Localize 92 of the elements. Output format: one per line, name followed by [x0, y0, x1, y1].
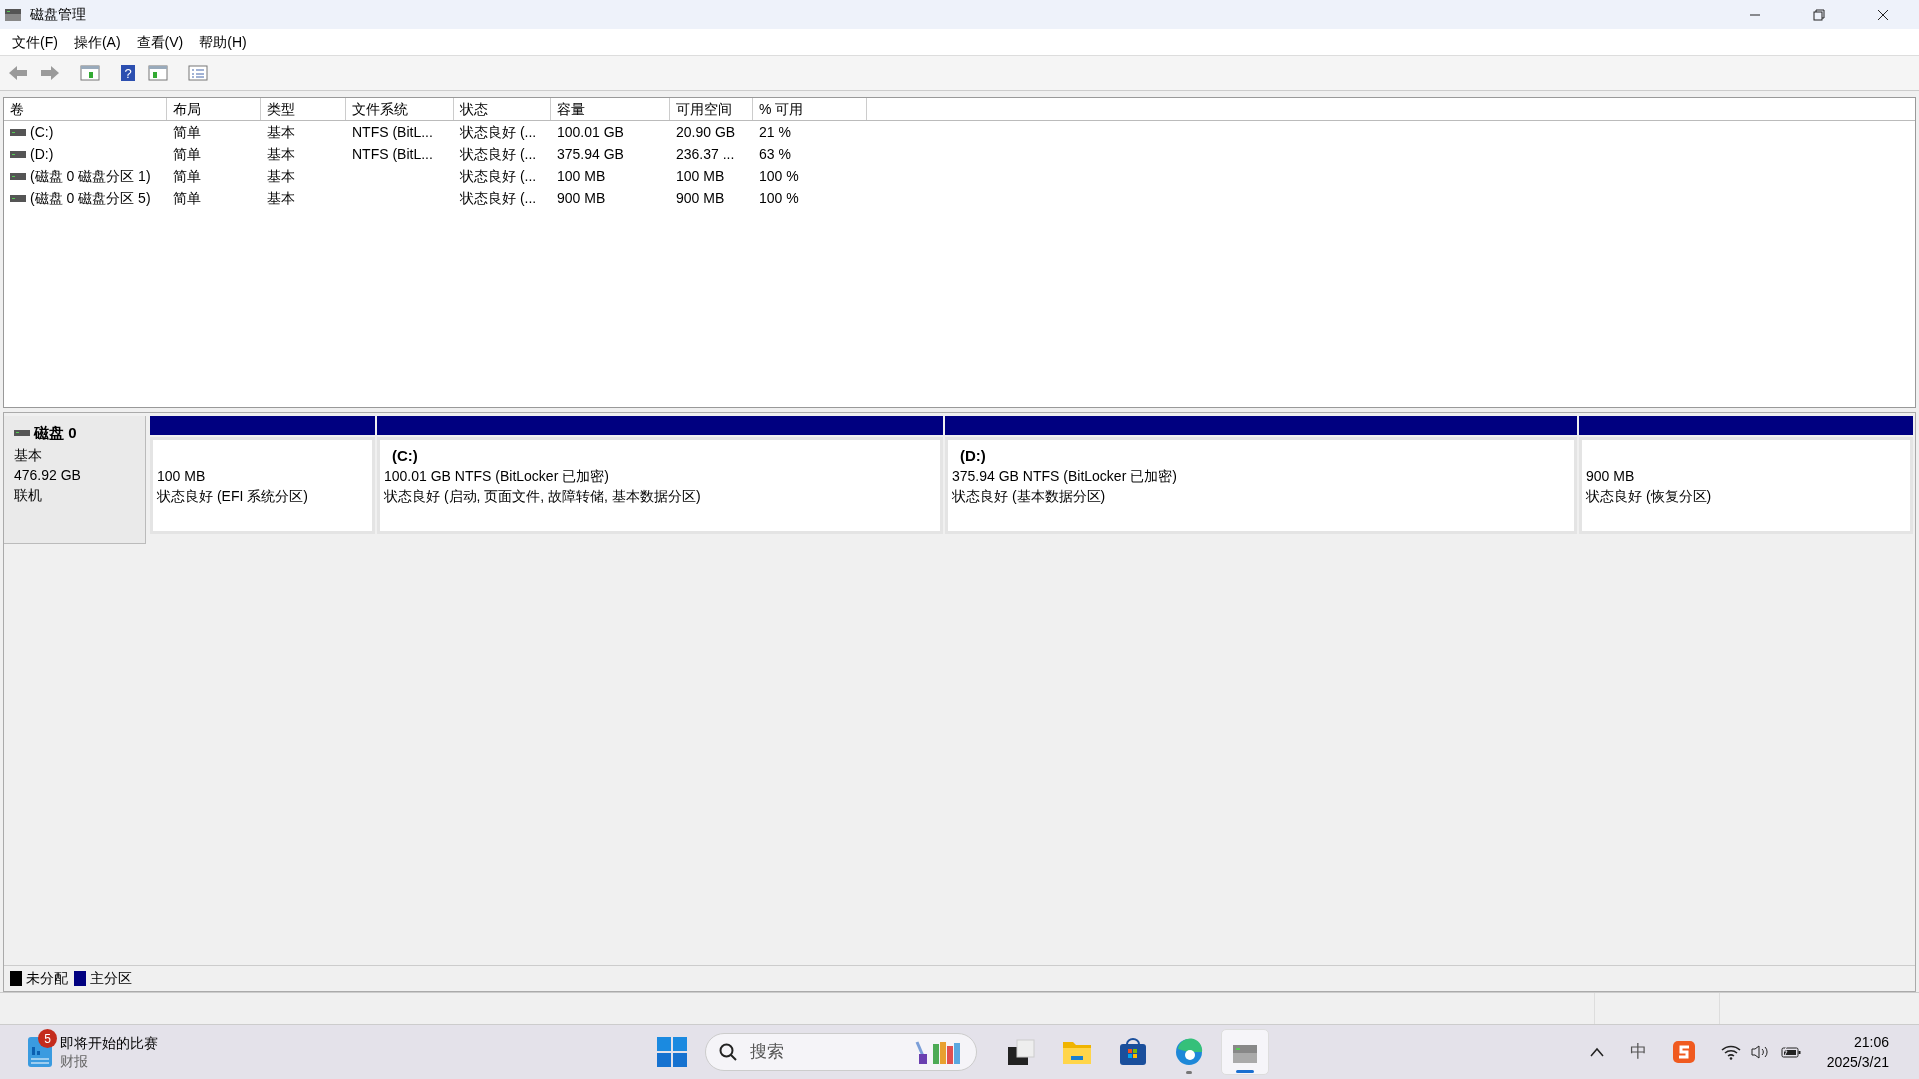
- table-cell-text: 基本: [267, 144, 295, 164]
- close-icon[interactable]: [1877, 8, 1889, 21]
- forward-arrow-icon[interactable]: [40, 65, 60, 81]
- table-cell-text: 状态良好 (...: [460, 188, 537, 208]
- column-header[interactable]: 类型: [261, 98, 346, 120]
- volume-icon[interactable]: [1750, 1044, 1771, 1060]
- column-header[interactable]: % 可用: [753, 98, 867, 120]
- table-cell-text: 状态良好 (...: [460, 144, 537, 164]
- partition-status: 状态良好 (恢复分区): [1586, 487, 1713, 506]
- table-cell-text: 简单: [173, 122, 201, 142]
- partition-status: 状态良好 (启动, 页面文件, 故障转储, 基本数据分区): [384, 487, 702, 506]
- search-field[interactable]: 搜索: [705, 1033, 977, 1071]
- table-cell-text: 简单: [173, 188, 201, 208]
- table-cell-text: NTFS (BitL...: [352, 122, 433, 142]
- table-cell-text: 100 %: [759, 188, 799, 208]
- drive-icon: [10, 128, 26, 136]
- wifi-icon[interactable]: [1720, 1044, 1741, 1060]
- input-method-indicator[interactable]: 中: [1629, 1039, 1647, 1065]
- disk-state: 联机: [14, 485, 43, 505]
- disk-size: 476.92 GB: [14, 465, 82, 485]
- partition-size: 375.94 GB NTFS (BitLocker 已加密): [952, 467, 1178, 486]
- back-arrow-icon[interactable]: [8, 65, 28, 81]
- partition-block[interactable]: 100 MB 状态良好 (EFI 系统分区): [150, 437, 375, 534]
- partition-block[interactable]: (C:) 100.01 GB NTFS (BitLocker 已加密) 状态良好 (启动, 页面文件, 故障转储, 基本数据分区): [377, 437, 943, 534]
- disk-name: 磁盘 0: [34, 423, 77, 443]
- disk-type: 基本: [14, 445, 43, 465]
- table-cell-text: 900 MB: [557, 188, 606, 208]
- drive-icon: [10, 172, 26, 180]
- table-cell-text: 100 MB: [676, 166, 725, 186]
- table-cell-text: 100.01 GB: [557, 122, 624, 142]
- table-cell-text: 21 %: [759, 122, 791, 142]
- table-cell-text: 100 MB: [557, 166, 606, 186]
- table-cell-text: 基本: [267, 122, 295, 142]
- partition-size: 100 MB: [157, 467, 207, 486]
- help-icon[interactable]: ?: [120, 64, 136, 82]
- table-cell-text: 900 MB: [676, 188, 725, 208]
- drive-icon: [10, 194, 26, 202]
- legend-label: 主分区: [90, 969, 132, 988]
- table-cell-text: 状态良好 (...: [460, 166, 537, 186]
- store-icon: [1118, 1037, 1148, 1067]
- column-header[interactable]: 卷: [4, 98, 167, 120]
- table-cell-text: 236.37 ...: [676, 144, 735, 164]
- table-cell-text: 基本: [267, 188, 295, 208]
- column-header[interactable]: 布局: [167, 98, 261, 120]
- column-header[interactable]: 可用空间: [670, 98, 753, 120]
- partition-block[interactable]: 900 MB 状态良好 (恢复分区): [1579, 437, 1913, 534]
- partition-size: 900 MB: [1586, 467, 1636, 486]
- menu-item[interactable]: 操作(A): [65, 31, 129, 53]
- partition-status: 状态良好 (基本数据分区): [952, 487, 1107, 506]
- table-cell-text: NTFS (BitL...: [352, 144, 433, 164]
- table-cell-text: (磁盘 0 磁盘分区 1): [30, 166, 151, 186]
- panel-icon[interactable]: [148, 65, 168, 81]
- start-icon[interactable]: [657, 1037, 687, 1067]
- notification-badge: 5: [38, 1029, 57, 1048]
- column-header[interactable]: 文件系统: [346, 98, 454, 120]
- chevron-up-icon[interactable]: [1589, 1047, 1604, 1057]
- table-cell-text: (C:): [30, 122, 54, 142]
- table-cell-text: 100 %: [759, 166, 799, 186]
- partition-status: 状态良好 (EFI 系统分区): [157, 487, 309, 506]
- partition-size: 100.01 GB NTFS (BitLocker 已加密): [384, 467, 610, 486]
- task-view-icon: [1006, 1037, 1036, 1067]
- sogou-icon[interactable]: [1672, 1041, 1695, 1063]
- search-icon: [719, 1043, 737, 1061]
- table-cell-text: 基本: [267, 166, 295, 186]
- table-cell-text: 简单: [173, 166, 201, 186]
- legend-label: 未分配: [26, 969, 68, 988]
- column-header[interactable]: 状态: [454, 98, 551, 120]
- browser-icon: [1174, 1037, 1204, 1067]
- table-cell-text: 63 %: [759, 144, 791, 164]
- window-title: 磁盘管理: [30, 5, 86, 24]
- partition-block[interactable]: (D:) 375.94 GB NTFS (BitLocker 已加密) 状态良好 (基本数据分区): [945, 437, 1577, 534]
- partition-label: (C:): [391, 446, 419, 466]
- menu-item[interactable]: 文件(F): [4, 31, 66, 53]
- menu-item[interactable]: 查看(V): [128, 31, 192, 53]
- restore-icon[interactable]: [1813, 8, 1825, 21]
- widget-subtitle: 财报: [60, 1052, 89, 1070]
- table-cell-text: (D:): [30, 144, 54, 164]
- table-cell-text: 简单: [173, 144, 201, 164]
- table-cell-text: 375.94 GB: [557, 144, 624, 164]
- drive-icon: [10, 150, 26, 158]
- table-cell-text: 20.90 GB: [676, 122, 736, 142]
- table-cell-text: 状态良好 (...: [460, 122, 537, 142]
- battery-icon[interactable]: [1780, 1045, 1801, 1059]
- column-header[interactable]: 容量: [551, 98, 670, 120]
- clock-date[interactable]: 2025/3/21: [1826, 1052, 1889, 1072]
- menu-item[interactable]: 帮助(H): [191, 31, 255, 53]
- table-cell-text: (磁盘 0 磁盘分区 5): [30, 188, 151, 208]
- partition-label: (D:): [959, 446, 987, 466]
- panel-icon[interactable]: [80, 65, 100, 81]
- disk-app-icon: [4, 6, 22, 23]
- clock-time[interactable]: 21:06: [1853, 1032, 1889, 1052]
- widget-title[interactable]: 即将开始的比赛: [60, 1034, 158, 1052]
